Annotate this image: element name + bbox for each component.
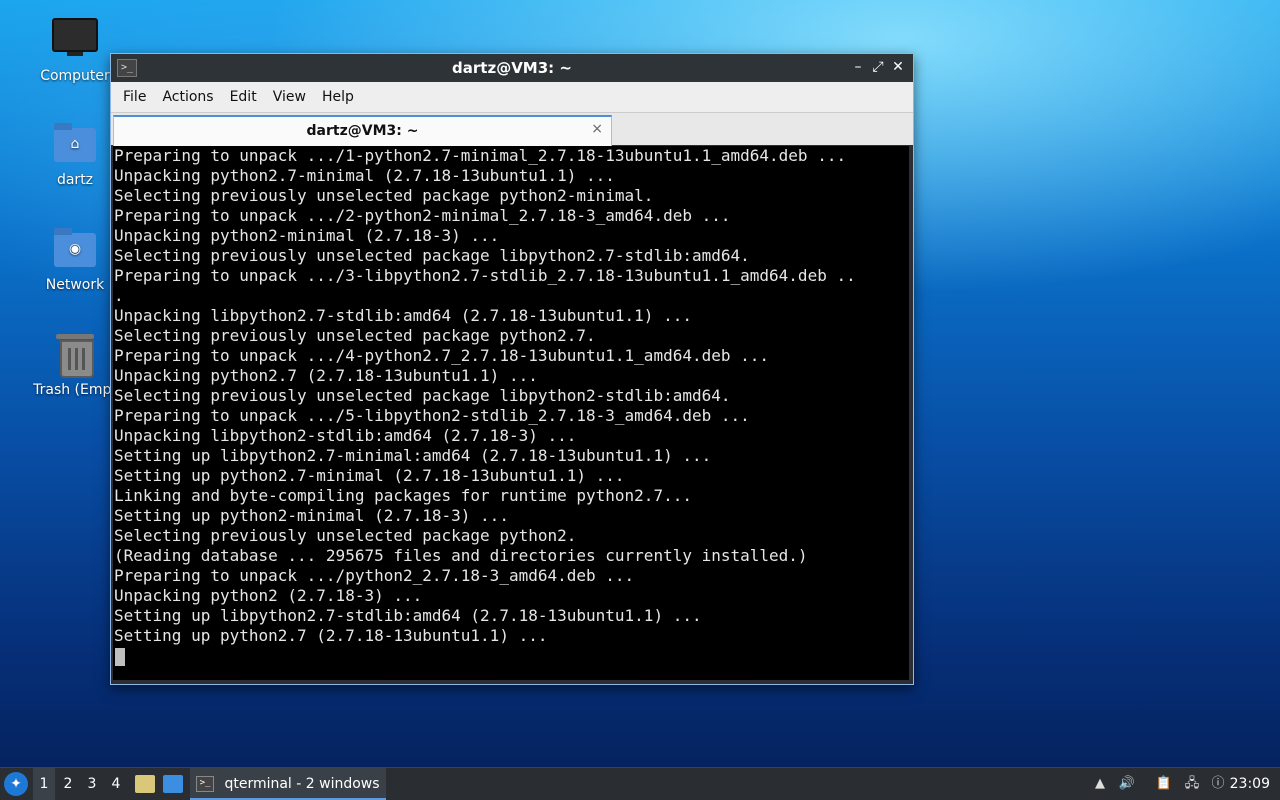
clock[interactable]: 23:09: [1230, 768, 1270, 800]
terminal-line: Unpacking python2.7 (2.7.18-13ubuntu1.1)…: [114, 366, 538, 385]
tab-terminal[interactable]: dartz@VM3: ~ ×: [113, 115, 612, 147]
terminal-line: Preparing to unpack .../4-python2.7_2.7.…: [114, 346, 770, 365]
workspace-4[interactable]: 4: [105, 768, 127, 800]
workspace-2[interactable]: 2: [57, 768, 79, 800]
terminal-line: .: [114, 286, 124, 305]
terminal-window: >_ dartz@VM3: ~ – ⤢ ✕ File Actions Edit …: [110, 53, 914, 685]
menu-help[interactable]: Help: [314, 89, 362, 105]
start-menu-icon[interactable]: ✦: [4, 772, 28, 796]
menu-actions[interactable]: Actions: [154, 89, 221, 105]
computer-icon: [52, 18, 98, 62]
maximize-button[interactable]: ⤢: [869, 58, 887, 76]
workspace-1[interactable]: 1: [33, 768, 55, 800]
terminal-line: Unpacking libpython2.7-stdlib:amd64 (2.7…: [114, 306, 692, 325]
terminal-line: Preparing to unpack .../5-libpython2-std…: [114, 406, 750, 425]
menu-edit[interactable]: Edit: [222, 89, 265, 105]
terminal-line: Selecting previously unselected package …: [114, 386, 731, 405]
terminal-line: Unpacking python2 (2.7.18-3) ...: [114, 586, 423, 605]
network-icon[interactable]: 🖧: [1183, 776, 1201, 792]
terminal-output[interactable]: Preparing to unpack .../1-python2.7-mini…: [113, 146, 909, 680]
show-desktop-icon[interactable]: [163, 775, 183, 793]
terminal-line: Unpacking libpython2-stdlib:amd64 (2.7.1…: [114, 426, 577, 445]
notification-icon[interactable]: ⓘ: [1209, 776, 1227, 792]
terminal-line: Preparing to unpack .../1-python2.7-mini…: [114, 146, 847, 165]
tab-close-icon[interactable]: ×: [591, 121, 603, 137]
terminal-line: Setting up libpython2.7-stdlib:amd64 (2.…: [114, 606, 702, 625]
task-label: qterminal - 2 windows: [224, 776, 380, 792]
task-qterminal[interactable]: >_ qterminal - 2 windows: [190, 768, 386, 800]
tab-bar: dartz@VM3: ~ ×: [111, 112, 913, 147]
home-folder-icon: ⌂: [52, 122, 98, 166]
terminal-line: Setting up python2-minimal (2.7.18-3) ..…: [114, 506, 509, 525]
file-manager-icon[interactable]: [135, 775, 155, 793]
terminal-prompt-line: [113, 646, 909, 666]
terminal-line: Selecting previously unselected package …: [114, 246, 750, 265]
terminal-line: Preparing to unpack .../3-libpython2.7-s…: [114, 266, 856, 285]
terminal-line: Selecting previously unselected package …: [114, 526, 577, 545]
terminal-line: (Reading database ... 295675 files and d…: [114, 546, 808, 565]
taskbar: ✦ 1 2 3 4 >_ qterminal - 2 windows ▲ 🔊 📋…: [0, 767, 1280, 800]
tray-up-arrow-icon[interactable]: ▲: [1091, 776, 1109, 792]
terminal-cursor: [115, 647, 125, 666]
window-titlebar[interactable]: >_ dartz@VM3: ~ – ⤢ ✕: [111, 54, 913, 82]
terminal-line: Setting up python2.7-minimal (2.7.18-13u…: [114, 466, 625, 485]
window-title: dartz@VM3: ~: [452, 59, 572, 77]
trash-icon: [52, 332, 98, 378]
network-folder-icon: ◉: [52, 227, 98, 271]
tab-label: dartz@VM3: ~: [306, 123, 419, 139]
terminal-line: Setting up libpython2.7-minimal:amd64 (2…: [114, 446, 712, 465]
terminal-line: Unpacking python2.7-minimal (2.7.18-13ub…: [114, 166, 615, 185]
minimize-button[interactable]: –: [849, 58, 867, 76]
menu-view[interactable]: View: [265, 89, 314, 105]
terminal-line: Preparing to unpack .../python2_2.7.18-3…: [114, 566, 635, 585]
terminal-line: Selecting previously unselected package …: [114, 186, 654, 205]
close-button[interactable]: ✕: [889, 58, 907, 76]
terminal-line: Unpacking python2-minimal (2.7.18-3) ...: [114, 226, 500, 245]
terminal-line: Selecting previously unselected package …: [114, 326, 596, 345]
terminal-line: Preparing to unpack .../2-python2-minima…: [114, 206, 731, 225]
volume-icon[interactable]: 🔊: [1118, 776, 1136, 792]
workspace-3[interactable]: 3: [81, 768, 103, 800]
terminal-line: Setting up python2.7 (2.7.18-13ubuntu1.1…: [114, 626, 548, 645]
terminal-line: Linking and byte-compiling packages for …: [114, 486, 692, 505]
menu-file[interactable]: File: [115, 89, 154, 105]
clipboard-icon[interactable]: 📋: [1155, 776, 1173, 792]
menu-bar: File Actions Edit View Help: [111, 82, 913, 112]
terminal-task-icon: >_: [196, 776, 214, 792]
